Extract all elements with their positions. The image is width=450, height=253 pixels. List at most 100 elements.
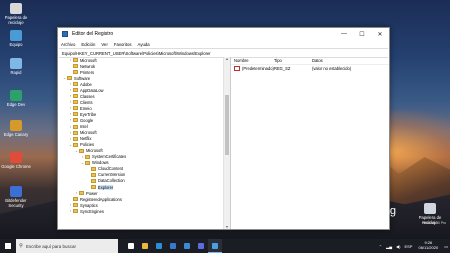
store-taskbar-button[interactable] — [180, 239, 194, 253]
tree-item-label: Synaptics — [80, 202, 98, 208]
regedit-taskbar-button[interactable] — [208, 239, 222, 253]
folder-icon — [73, 112, 78, 117]
clock[interactable]: 9:26 06/11/2020 — [418, 240, 439, 251]
tree-item-label: Google — [80, 117, 94, 123]
tree-item-label: Windows — [92, 160, 109, 166]
folder-icon — [73, 82, 78, 87]
desktop-icon[interactable]: Papelera de reciclaje — [0, 3, 34, 26]
tree-item-label: Netflix — [80, 136, 92, 142]
menu-ayuda[interactable]: Ayuda — [138, 42, 150, 47]
language-indicator[interactable]: ESP — [404, 244, 412, 249]
tree-scrollbar[interactable]: ▲ ▼ — [223, 57, 230, 229]
col-header-data[interactable]: Datos — [312, 58, 389, 63]
folder-icon — [73, 64, 78, 69]
chevron-up-icon[interactable]: ⌃ — [379, 244, 382, 249]
tree-item-label: Emeio — [80, 105, 92, 111]
folder-icon — [91, 185, 96, 189]
title-bar[interactable]: Editor del Registro — ☐ ✕ — [58, 28, 389, 40]
build-watermark: Windows 10 Pro — [421, 221, 446, 225]
app-icon — [10, 90, 22, 101]
folder-icon — [91, 166, 96, 171]
volume-icon[interactable]: ◀) — [396, 244, 400, 249]
tree-item-label: Adobe — [80, 81, 92, 87]
edge-icon — [156, 243, 162, 249]
tree-item-label: Policies — [80, 142, 95, 148]
col-header-name[interactable]: Nombre — [231, 58, 274, 63]
tree-item-label: SyncEngines — [80, 208, 104, 214]
folder-icon — [79, 148, 84, 153]
app-icon — [10, 152, 22, 163]
folder-icon — [73, 94, 78, 99]
task-view-taskbar-button[interactable] — [124, 239, 138, 253]
tree-item-label: Explorer — [98, 184, 114, 190]
value-data: (valor no establecido) — [312, 66, 352, 71]
value-type: REG_SZ — [274, 66, 291, 71]
menu-archivo[interactable]: Archivo — [61, 42, 75, 47]
tree-item-label: Microsoft — [80, 130, 97, 136]
folder-icon — [73, 118, 78, 123]
folder-icon — [79, 191, 84, 196]
menu-bar: Archivo Edición Ver Favoritos Ayuda — [58, 40, 389, 48]
maximize-button[interactable]: ☐ — [353, 28, 371, 40]
col-header-type[interactable]: Tipo — [274, 58, 312, 63]
desktop-icon[interactable]: Bitdefender Security — [0, 186, 34, 209]
desktop-icon[interactable]: Rapid — [0, 58, 34, 76]
menu-edicion[interactable]: Edición — [81, 42, 95, 47]
scroll-down-icon[interactable]: ▼ — [224, 225, 230, 229]
minimize-button[interactable]: — — [335, 28, 353, 40]
notifications-icon[interactable]: ▭ — [444, 244, 448, 249]
clock-date: 06/11/2020 — [418, 245, 439, 250]
recycle-bin-icon — [424, 203, 436, 214]
folder-icon — [91, 178, 96, 183]
edge-taskbar-button[interactable] — [152, 239, 166, 253]
close-button[interactable]: ✕ — [371, 28, 389, 40]
desktop-icon-label: Google Chrome — [1, 164, 31, 169]
photos-icon — [198, 243, 204, 249]
desktop-icon[interactable]: Equipo — [0, 30, 34, 48]
desktop-icon[interactable]: Edge Canary — [0, 120, 34, 138]
folder-icon — [73, 142, 78, 147]
search-box[interactable]: ⚲ Escribe aquí para buscar — [16, 239, 118, 253]
app-icon — [10, 58, 22, 69]
folder-icon — [73, 209, 78, 214]
mail-taskbar-button[interactable] — [166, 239, 180, 253]
network-icon[interactable]: ▂▄ — [386, 244, 392, 249]
windows-logo-icon — [4, 242, 12, 250]
search-placeholder: Escribe aquí para buscar — [26, 243, 77, 249]
app-icon — [10, 120, 22, 131]
window-title: Editor del Registro — [72, 31, 114, 37]
panes: › Microsoft Netwrok Printers ⌄ Software › Adobe… — [58, 57, 389, 229]
scrollbar-thumb[interactable] — [225, 95, 229, 155]
regedit-icon — [212, 242, 218, 249]
desktop-icon-label: Edge Dev — [6, 102, 26, 107]
key-tree: › Microsoft Netwrok Printers ⌄ Software › Adobe… — [58, 57, 231, 229]
menu-favoritos[interactable]: Favoritos — [114, 42, 132, 47]
values-list: Nombre Tipo Datos (Predeterminado) REG_S… — [231, 57, 389, 229]
desktop-icon[interactable]: Edge Dev — [0, 90, 34, 108]
folder-icon — [67, 76, 72, 81]
value-row[interactable]: (Predeterminado) REG_SZ (valor no establ… — [231, 65, 389, 72]
folder-icon — [73, 88, 78, 93]
desktop-icon-label: Edge Canary — [3, 132, 29, 137]
tree-item-label: SystemCertificates — [92, 154, 127, 160]
desktop-icon[interactable]: Google Chrome — [0, 152, 34, 170]
tree-item-label: AppDataLow — [80, 87, 104, 93]
tree-item[interactable]: › SyncEngines — [58, 208, 230, 214]
scroll-up-icon[interactable]: ▲ — [224, 57, 230, 61]
desktop-icon-label: Papelera de reciclaje — [4, 15, 28, 25]
folder-icon — [73, 203, 78, 208]
tree-item-label: Clients — [80, 99, 93, 105]
photos-taskbar-button[interactable] — [194, 239, 208, 253]
regedit-icon — [62, 31, 68, 37]
folder-icon — [73, 136, 78, 141]
app-icon — [10, 30, 22, 41]
start-button[interactable] — [0, 239, 16, 253]
folder-icon — [73, 197, 78, 202]
tree-item-label: Intel — [80, 124, 88, 130]
file-explorer-taskbar-button[interactable] — [138, 239, 152, 253]
app-icon — [10, 3, 22, 14]
tree-item-label: DataCollection — [98, 178, 125, 184]
menu-ver[interactable]: Ver — [101, 42, 107, 47]
tree-item-label: EyeTribe — [80, 111, 97, 117]
tree-item-label: CloudContent — [98, 166, 124, 172]
